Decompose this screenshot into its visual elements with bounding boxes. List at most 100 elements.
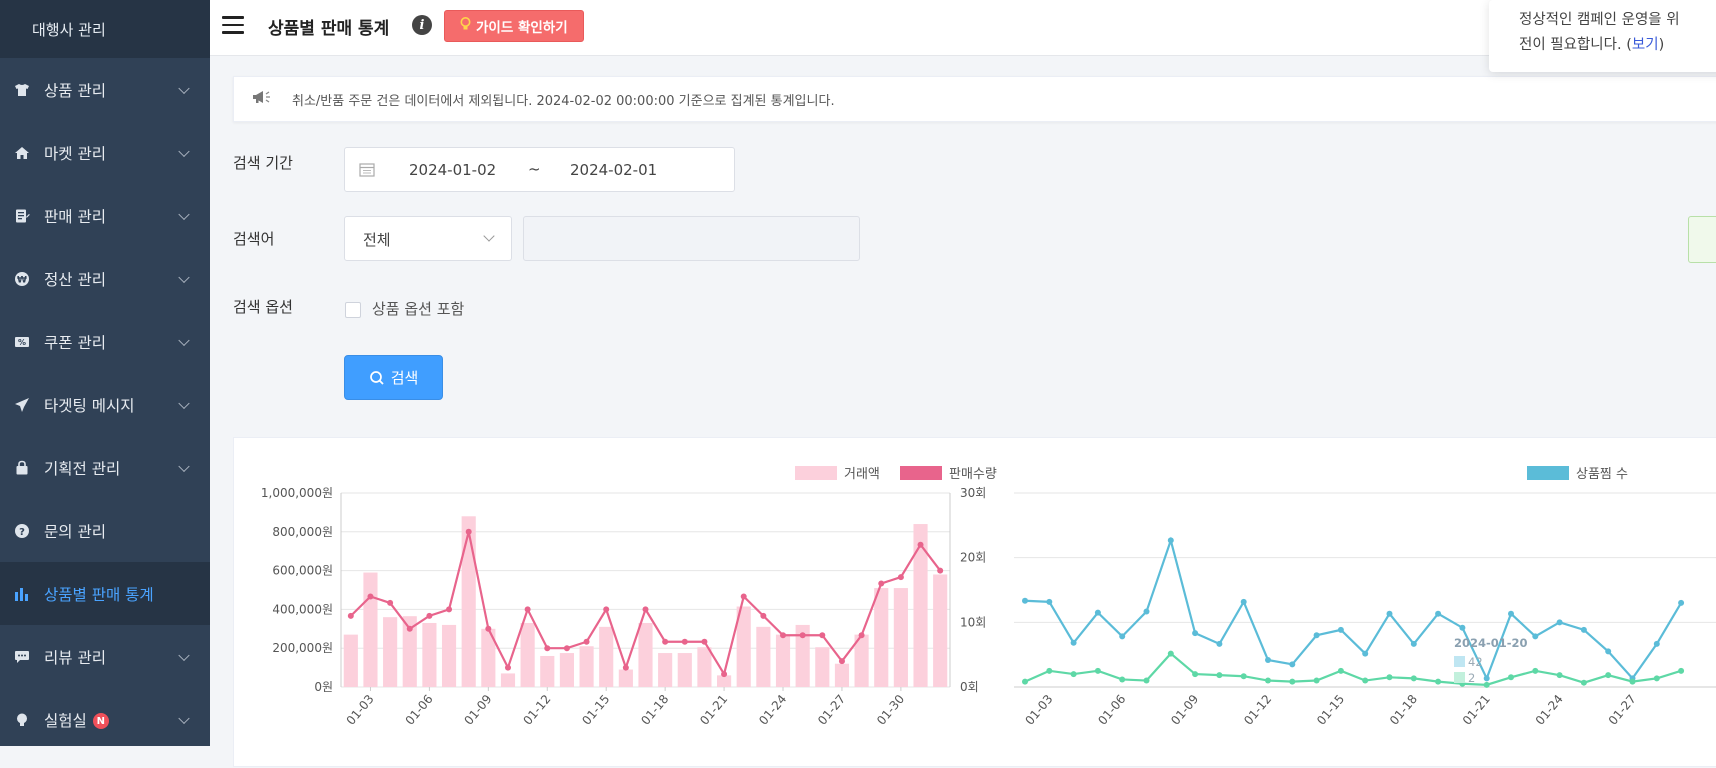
point-01-27: [1629, 678, 1636, 685]
guide-button[interactable]: 가이드 확인하기: [444, 10, 584, 42]
x-tick-label: 01-18: [1387, 692, 1420, 728]
chart-panel: 0원 200,000원 400,000원 600,000원 800,000원 1,000,…: [233, 437, 1716, 767]
point-01-25: [799, 632, 806, 639]
point-01-07: [1143, 677, 1150, 684]
sidebar-item-promotion[interactable]: 기획전 관리: [0, 436, 210, 499]
point-01-18: [1410, 675, 1417, 682]
period-label: 검색 기간: [233, 154, 293, 172]
include-option-checkbox[interactable]: [345, 302, 361, 318]
notice-text: 취소/반품 주문 건은 데이터에서 제외됩니다. 2024-02-02 00:0…: [292, 93, 835, 109]
bar-01-02: [343, 634, 358, 687]
point-01-12: [1265, 657, 1271, 664]
option-label: 검색 옵션: [233, 298, 293, 316]
megaphone-icon: [252, 89, 276, 109]
bar-01-03: [363, 572, 378, 687]
campaign-popup: 정상적인 캠페인 운영을 위 전이 필요합니다. (보기): [1489, 0, 1716, 72]
bar-01-04: [383, 617, 398, 687]
x-tick-label: 01-12: [1241, 692, 1274, 728]
tooltip-swatch-2: [1454, 672, 1465, 683]
sidebar-item-products[interactable]: 상품 관리: [0, 58, 210, 121]
point-01-20: [1459, 624, 1466, 631]
point-01-24: [780, 632, 787, 639]
sidebar-item-settlement[interactable]: ₩ 정산 관리: [0, 247, 210, 310]
point-01-16: [622, 664, 629, 671]
bar-01-11: [520, 622, 535, 687]
point-01-06: [426, 612, 433, 619]
popup-line2: 전이 필요합니다. (보기): [1519, 33, 1716, 58]
date-start[interactable]: 2024-01-02: [409, 161, 496, 179]
lightbulb-icon: [460, 17, 471, 35]
point-01-11: [524, 606, 531, 613]
search-button[interactable]: 검색: [344, 355, 443, 400]
sidebar-header[interactable]: 대행사 관리: [0, 0, 210, 58]
point-01-03: [1046, 667, 1053, 674]
sidebar: 대행사 관리 상품 관리 마켓 관리 판매 관리 ₩ 정산 관리 % 쿠폰 관리…: [0, 0, 210, 746]
date-end[interactable]: 2024-02-01: [570, 161, 657, 179]
point-01-02: [1022, 597, 1028, 604]
y-left-tick-label: 0원: [314, 680, 333, 694]
x-tick-label: 01-15: [1314, 692, 1347, 728]
x-tick-label: 01-21: [1460, 692, 1493, 728]
point-01-14: [1313, 632, 1320, 639]
popup-view-link[interactable]: 보기: [1632, 37, 1659, 53]
point-01-28: [858, 632, 865, 639]
x-tick-label: 01-27: [815, 692, 848, 728]
info-icon[interactable]: i: [412, 15, 432, 35]
point-01-06: [1119, 633, 1126, 640]
date-separator: ~: [528, 160, 541, 178]
y-right-tick-label: 30회: [960, 486, 986, 500]
point-01-02: [1022, 678, 1028, 685]
point-01-23: [1532, 667, 1539, 674]
sidebar-header-label: 대행사 관리: [32, 20, 106, 39]
sidebar-item-sales[interactable]: 판매 관리: [0, 184, 210, 247]
date-range-picker[interactable]: 2024-01-02 ~ 2024-02-01: [344, 147, 735, 192]
point-01-29: [878, 580, 885, 587]
legend-label-trade-amount: 거래액: [844, 467, 880, 482]
point-01-14: [1313, 677, 1320, 684]
x-tick-label: 01-06: [403, 692, 436, 728]
include-option-label[interactable]: 상품 옵션 포함: [372, 298, 464, 319]
y-right-tick-label: 10회: [960, 615, 986, 629]
sidebar-item-review[interactable]: 리뷰 관리: [0, 625, 210, 688]
svg-text:%: %: [18, 338, 26, 347]
point-01-07: [1143, 608, 1150, 615]
sidebar-item-coupon[interactable]: % 쿠폰 관리: [0, 310, 210, 373]
x-tick-label: 01-03: [344, 692, 377, 728]
search-icon: [369, 370, 385, 386]
tooltip-value-2: 2: [1468, 671, 1475, 685]
keyword-label: 검색어: [233, 230, 275, 248]
keyword-type-select[interactable]: 전체: [344, 216, 512, 261]
x-tick-label: 01-24: [1533, 692, 1566, 728]
sales-chart: 0원 200,000원 400,000원 600,000원 800,000원 1,000,…: [261, 466, 997, 728]
bar-01-23: [756, 626, 771, 687]
green-button-partial[interactable]: [1688, 216, 1716, 263]
bar-01-18: [658, 653, 673, 687]
sidebar-item-targeting[interactable]: 타겟팅 메시지: [0, 373, 210, 436]
point-01-08: [1167, 650, 1174, 657]
point-01-13: [1289, 661, 1296, 668]
x-tick-label: 01-24: [756, 692, 789, 728]
x-tick-label: 01-12: [520, 692, 553, 728]
legend-label-wishlist: 상품찜 수: [1576, 467, 1628, 482]
sidebar-item-lab[interactable]: 실험실 N: [0, 688, 210, 751]
point-01-24: [1556, 672, 1563, 679]
point-01-13: [1289, 678, 1296, 685]
hamburger-menu-icon[interactable]: [222, 16, 244, 34]
coupon-icon: %: [12, 332, 32, 352]
point-01-02: [347, 612, 354, 619]
bar-01-10: [500, 673, 516, 687]
bar-01-08: [461, 516, 476, 687]
point-01-29: [1678, 599, 1685, 606]
keyword-input[interactable]: [523, 216, 860, 261]
y-left-tick-label: 400,000원: [272, 602, 333, 616]
point-01-04: [387, 599, 394, 606]
wishlist-chart: 01-03 01-06 01-09 01-12 01-15 01-18 01-21 01-24…: [1014, 466, 1716, 728]
point-01-18: [662, 638, 669, 645]
point-01-09: [1192, 671, 1199, 678]
x-tick-label: 01-30: [874, 692, 907, 728]
sidebar-item-market[interactable]: 마켓 관리: [0, 121, 210, 184]
point-01-31: [917, 541, 924, 548]
point-01-15: [1337, 667, 1344, 674]
sidebar-item-inquiry[interactable]: ? 문의 관리: [0, 499, 210, 562]
sidebar-item-sales-stats[interactable]: 상품별 판매 통계: [0, 562, 210, 625]
